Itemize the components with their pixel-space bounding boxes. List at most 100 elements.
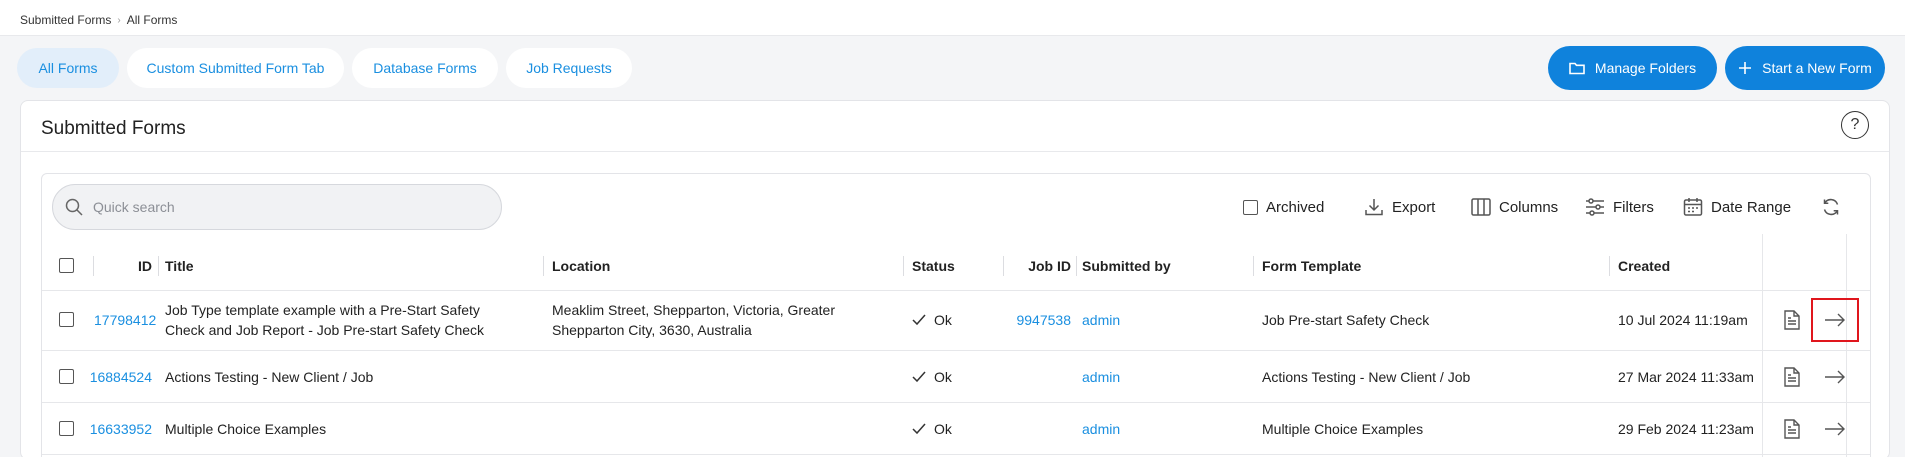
created-date: 29 Feb 2024 11:23am <box>1618 421 1754 437</box>
arrow-right-icon[interactable] <box>1823 417 1847 441</box>
column-divider <box>903 256 904 276</box>
row-checkbox[interactable] <box>59 369 74 384</box>
status-cell: Ok <box>912 367 952 387</box>
date-range-label: Date Range <box>1711 198 1792 216</box>
export-label: Export <box>1392 198 1436 216</box>
form-id-link[interactable]: 17798412 <box>94 310 156 330</box>
form-template-text: Multiple Choice Examples <box>1262 421 1424 437</box>
pdf-document-icon[interactable] <box>1780 308 1804 332</box>
column-header-submitted-by[interactable]: Submitted by <box>1082 256 1171 276</box>
column-header-title[interactable]: Title <box>165 256 194 276</box>
start-new-form-label: Start a New Form <box>1762 60 1872 76</box>
pdf-document-icon[interactable] <box>1780 417 1804 441</box>
export-button[interactable]: Export <box>1364 196 1435 218</box>
search-box <box>52 184 502 230</box>
column-divider <box>1253 256 1254 276</box>
folder-icon <box>1569 62 1585 75</box>
form-title-line: Job Type template example with a Pre-Sta… <box>165 302 480 318</box>
column-header-id[interactable]: ID <box>99 256 152 276</box>
tab-custom-submitted-form[interactable]: Custom Submitted Form Tab <box>127 48 344 88</box>
form-title: Actions Testing - New Client / Job <box>165 369 374 385</box>
page-title: Submitted Forms <box>41 118 186 139</box>
columns-button[interactable]: Columns <box>1471 196 1558 218</box>
submitted-by-link[interactable]: admin <box>1082 419 1120 439</box>
created-date: 10 Jul 2024 11:19am <box>1618 312 1748 328</box>
job-id-link[interactable]: 9947538 <box>1007 310 1071 330</box>
archived-label: Archived <box>1266 198 1325 216</box>
column-divider <box>543 256 544 276</box>
column-divider <box>1609 256 1610 276</box>
form-title-line: Check and Job Report - Job Pre-start Saf… <box>165 322 485 338</box>
manage-folders-button[interactable]: Manage Folders <box>1548 46 1717 90</box>
status-cell: Ok <box>912 310 952 330</box>
manage-folders-label: Manage Folders <box>1594 60 1697 76</box>
row-divider <box>42 402 1870 403</box>
submitted-forms-card: Submitted Forms ? Archived Export Column… <box>20 100 1890 457</box>
refresh-button[interactable] <box>1821 196 1841 218</box>
column-header-status[interactable]: Status <box>912 256 955 276</box>
breadcrumb-separator-icon: › <box>117 14 121 26</box>
created-date: 27 Mar 2024 11:33am <box>1618 369 1754 385</box>
tab-all-forms[interactable]: All Forms <box>17 48 119 88</box>
calendar-icon <box>1683 198 1703 216</box>
status-text: Ok <box>934 369 952 385</box>
start-new-form-button[interactable]: Start a New Form <box>1725 46 1885 90</box>
location-line: Shepparton City, 3630, Australia <box>552 322 752 338</box>
status-cell: Ok <box>912 419 952 439</box>
archived-toggle[interactable]: Archived <box>1243 196 1324 218</box>
columns-label: Columns <box>1499 198 1559 216</box>
card-divider <box>21 151 1889 152</box>
row-divider <box>42 454 1870 455</box>
actions-column-divider <box>1762 234 1763 457</box>
row-checkbox[interactable] <box>59 421 74 436</box>
filters-label: Filters <box>1613 198 1654 216</box>
breadcrumb-submitted-forms[interactable]: Submitted Forms <box>20 13 111 27</box>
checkmark-icon <box>912 371 926 383</box>
form-template-text: Actions Testing - New Client / Job <box>1262 369 1471 385</box>
checkmark-icon <box>912 314 926 326</box>
filter-sliders-icon <box>1586 198 1604 216</box>
column-divider <box>1003 256 1004 276</box>
tab-job-requests[interactable]: Job Requests <box>506 48 632 88</box>
column-divider <box>158 256 159 276</box>
row-divider <box>42 350 1870 351</box>
date-range-button[interactable]: Date Range <box>1683 196 1791 218</box>
tab-label: Database Forms <box>373 60 477 76</box>
tab-label: All Forms <box>38 60 98 76</box>
arrow-right-icon[interactable] <box>1823 365 1847 389</box>
pdf-document-icon[interactable] <box>1780 365 1804 389</box>
plus-icon <box>1739 62 1752 74</box>
help-icon[interactable]: ? <box>1841 111 1869 139</box>
column-header-form-template[interactable]: Form Template <box>1262 256 1361 276</box>
location-line: Meaklim Street, Shepparton, Victoria, Gr… <box>552 302 835 318</box>
column-header-location[interactable]: Location <box>552 256 610 276</box>
forms-table: Archived Export Columns Filters Date Ran… <box>41 173 1871 457</box>
filters-button[interactable]: Filters <box>1585 196 1654 218</box>
status-text: Ok <box>934 421 952 437</box>
submitted-by-link[interactable]: admin <box>1082 367 1120 387</box>
breadcrumb: Submitted Forms › All Forms <box>20 13 177 27</box>
archived-checkbox[interactable] <box>1243 199 1258 215</box>
column-header-job-id[interactable]: Job ID <box>1007 256 1071 276</box>
form-id-link[interactable]: 16633952 <box>89 419 152 439</box>
header-divider <box>42 290 1870 291</box>
breadcrumb-all-forms: All Forms <box>126 13 178 27</box>
select-all-checkbox[interactable] <box>59 258 74 273</box>
column-header-created[interactable]: Created <box>1618 256 1670 276</box>
download-icon <box>1365 199 1383 216</box>
highlight-box <box>1811 298 1859 342</box>
checkmark-icon <box>912 423 926 435</box>
column-divider <box>1076 256 1077 276</box>
tab-label: Custom Submitted Form Tab <box>146 60 325 76</box>
status-text: Ok <box>934 312 952 328</box>
form-id-link[interactable]: 16884524 <box>89 367 152 387</box>
row-checkbox[interactable] <box>59 312 74 327</box>
top-bar: Submitted Forms › All Forms <box>0 0 1905 36</box>
search-input[interactable] <box>93 199 473 215</box>
form-title: Multiple Choice Examples <box>165 421 327 437</box>
column-divider <box>93 256 94 276</box>
columns-icon <box>1471 198 1491 216</box>
tab-database-forms[interactable]: Database Forms <box>352 48 498 88</box>
submitted-by-link[interactable]: admin <box>1082 310 1120 330</box>
refresh-icon <box>1823 198 1839 216</box>
